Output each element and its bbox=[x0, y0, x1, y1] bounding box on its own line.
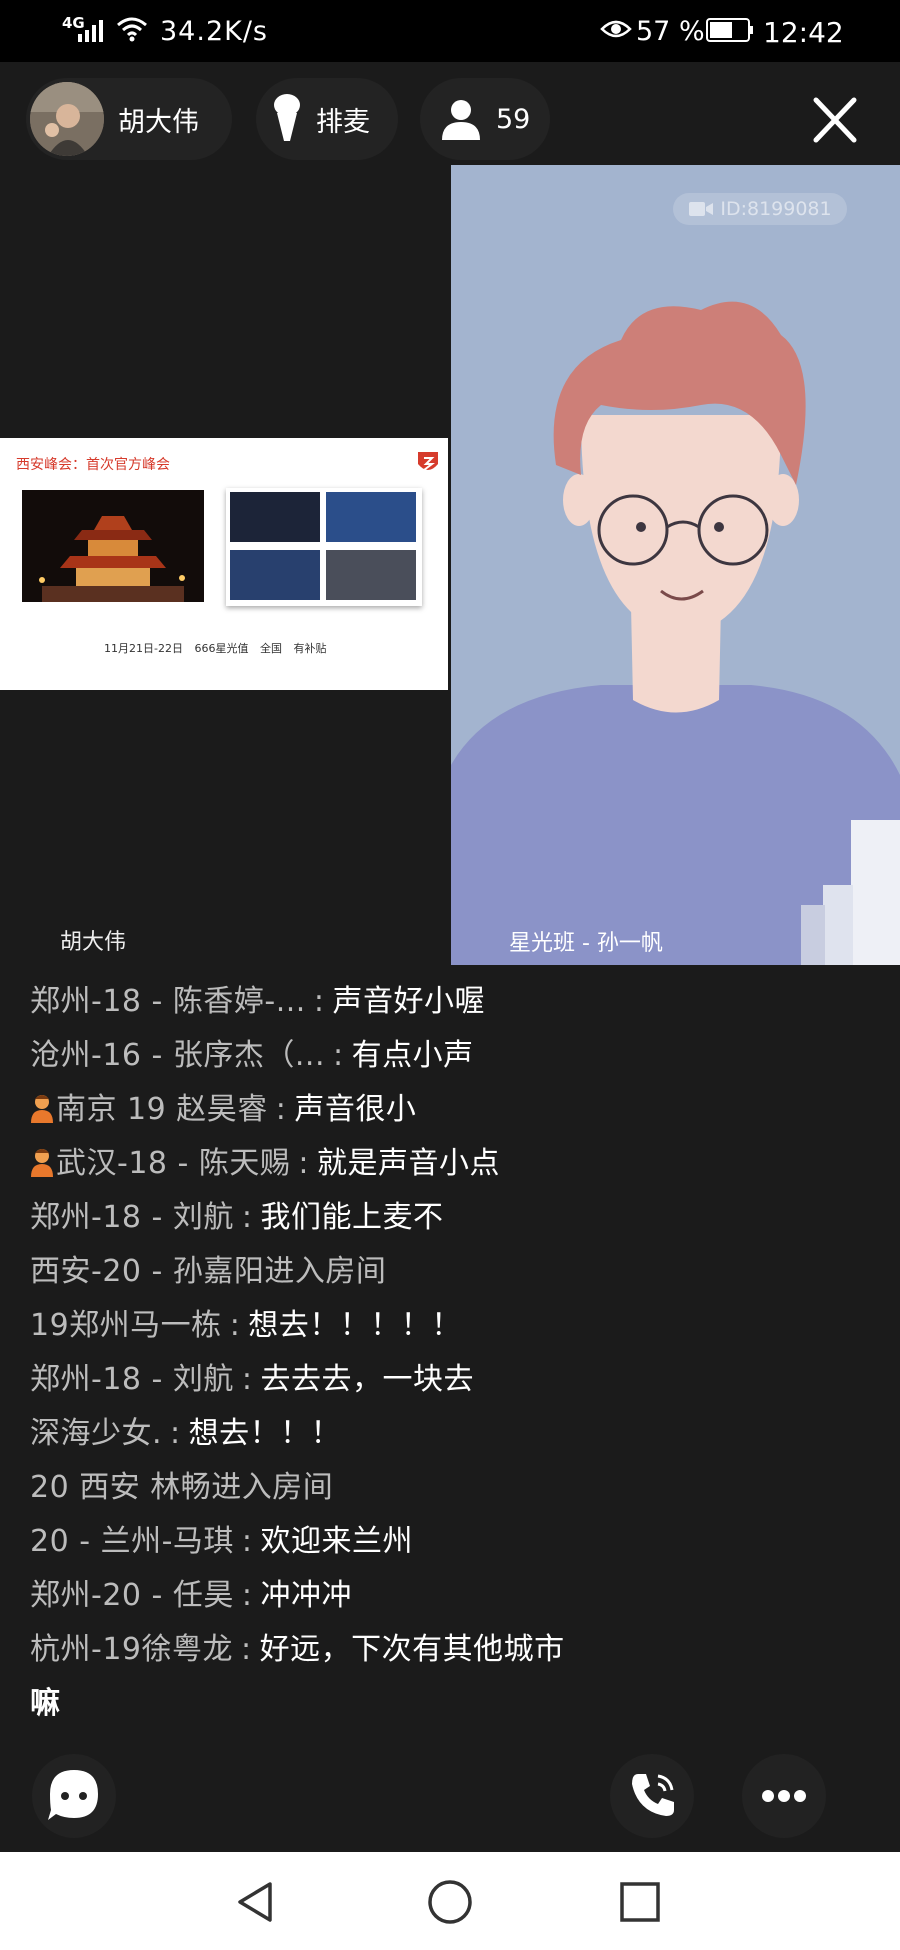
person-icon bbox=[442, 100, 480, 140]
chat-message: 郑州-20 - 任昊: 冲冲冲 bbox=[30, 1570, 352, 1614]
chat-username[interactable]: 郑州-20 - 任昊 bbox=[30, 1578, 234, 1613]
guest-id-badge: ID:8199081 bbox=[673, 193, 847, 225]
system-notice: 20 西安 林畅进入房间 bbox=[30, 1470, 334, 1505]
system-notice: 西安-20 - 孙嘉阳进入房间 bbox=[30, 1254, 387, 1289]
guest-avatar-illustration bbox=[451, 165, 900, 965]
chat-button[interactable] bbox=[32, 1754, 116, 1838]
host-profile[interactable]: 胡大伟 bbox=[26, 78, 232, 160]
close-icon[interactable] bbox=[800, 88, 870, 152]
network-speed: 34.2K/s bbox=[160, 16, 268, 47]
chat-username[interactable]: 武汉-18 - 陈天赐 bbox=[56, 1146, 290, 1181]
viewer-count-value: 59 bbox=[496, 103, 531, 135]
mic-queue-label: 排麦 bbox=[316, 106, 370, 138]
shared-slide: 西安峰会：首次官方峰会 11月21日-22日 666星光值 全国 有补贴 bbox=[0, 438, 448, 690]
mic-queue-button[interactable]: 排麦 bbox=[256, 78, 398, 160]
chat-username[interactable]: 深海少女. bbox=[30, 1416, 162, 1451]
chat-text: 去去去，一块去 bbox=[260, 1362, 475, 1397]
chat-text: 好远，下次有其他城市 bbox=[259, 1632, 565, 1667]
chat-message: 郑州-18 - 陈香婷-...: 声音好小喔 bbox=[30, 976, 485, 1020]
chat-separator: : bbox=[229, 1308, 241, 1343]
chat-text: 有点小声 bbox=[351, 1038, 474, 1073]
chat-text: 就是声音小点 bbox=[317, 1146, 501, 1181]
guest-id: ID:8199081 bbox=[720, 198, 832, 220]
user-badge-icon bbox=[31, 1095, 53, 1123]
chat-separator: : bbox=[241, 1632, 252, 1667]
chat-username[interactable]: 郑州-18 - 陈香婷-... bbox=[30, 984, 306, 1019]
brand-logo-icon bbox=[418, 452, 438, 471]
chat-separator: : bbox=[298, 1146, 310, 1181]
chat-text: 想去！！！！！ bbox=[248, 1308, 462, 1343]
chat-username[interactable]: 郑州-18 - 刘航 bbox=[30, 1200, 234, 1235]
chat-message: 20 - 兰州-马琪: 欢迎来兰州 bbox=[30, 1516, 413, 1560]
slide-footer: 11月21日-22日 666星光值 全国 有补贴 bbox=[104, 642, 327, 655]
chat-message: 武汉-18 - 陈天赐: 就是声音小点 bbox=[30, 1138, 500, 1182]
chat-username[interactable]: 郑州-18 - 刘航 bbox=[30, 1362, 234, 1397]
chat-separator: : bbox=[275, 1092, 287, 1127]
chat-message: 郑州-18 - 刘航: 去去去，一块去 bbox=[30, 1354, 474, 1398]
chat-separator: : bbox=[313, 984, 325, 1019]
status-bar: 4G 34.2K/s 57 % 12:42 bbox=[0, 0, 900, 62]
chat-text-continuation: 嘛 bbox=[30, 1686, 61, 1721]
avatar bbox=[30, 82, 104, 156]
chat-message: 19郑州马一栋: 想去！！！！！ bbox=[30, 1300, 462, 1344]
user-badge-icon bbox=[31, 1149, 53, 1177]
home-icon[interactable] bbox=[426, 1878, 474, 1926]
chat-text: 声音很小 bbox=[294, 1092, 417, 1127]
battery-percent: 57 % bbox=[636, 16, 705, 47]
slide-title: 西安峰会：首次官方峰会 bbox=[16, 457, 170, 473]
signal-icon bbox=[78, 20, 103, 42]
chat-separator: : bbox=[241, 1578, 253, 1613]
chat-separator: : bbox=[241, 1362, 253, 1397]
mic-icon bbox=[274, 94, 300, 141]
chat-message: 南京 19 赵昊睿: 声音很小 bbox=[30, 1084, 416, 1128]
chat-text: 我们能上麦不 bbox=[260, 1200, 444, 1235]
event-photos-grid bbox=[226, 488, 422, 606]
guest-video-label: 星光班 - 孙一帆 bbox=[509, 931, 663, 956]
chat-separator: : bbox=[170, 1416, 181, 1451]
chat-text: 欢迎来兰州 bbox=[260, 1524, 414, 1559]
chat-separator: : bbox=[241, 1200, 253, 1235]
system-nav-bar bbox=[0, 1852, 900, 1950]
phone-icon bbox=[632, 1774, 674, 1816]
chat-username[interactable]: 20 - 兰州-马琪 bbox=[30, 1524, 234, 1559]
host-video-label: 胡大伟 bbox=[60, 930, 127, 955]
chat-text: 声音好小喔 bbox=[332, 984, 485, 1019]
chat-username[interactable]: 南京 19 赵昊睿 bbox=[56, 1092, 268, 1127]
viewer-count[interactable]: 59 bbox=[420, 78, 550, 160]
chat-message: 西安-20 - 孙嘉阳进入房间 bbox=[30, 1246, 386, 1290]
more-icon bbox=[762, 1790, 806, 1802]
bell-tower-photo bbox=[22, 490, 204, 602]
guest-video[interactable]: ID:8199081 星光班 - 孙一帆 bbox=[451, 165, 900, 965]
chat-message: 杭州-19徐粤龙: 好远，下次有其他城市 bbox=[30, 1624, 565, 1668]
host-name: 胡大伟 bbox=[118, 106, 199, 138]
more-button[interactable] bbox=[742, 1754, 826, 1838]
battery-icon bbox=[706, 18, 753, 42]
chat-text: 冲冲冲 bbox=[260, 1578, 353, 1613]
chat-separator: : bbox=[333, 1038, 344, 1073]
chat-icon bbox=[48, 1770, 98, 1820]
chat-separator: : bbox=[241, 1524, 253, 1559]
call-button[interactable] bbox=[610, 1754, 694, 1838]
camera-icon bbox=[689, 202, 714, 216]
clock: 12:42 bbox=[763, 16, 844, 49]
chat-message: 深海少女.: 想去！！！ bbox=[30, 1408, 341, 1452]
chat-message: 郑州-18 - 刘航: 我们能上麦不 bbox=[30, 1192, 444, 1236]
chat-message: 沧州-16 - 张序杰（...: 有点小声 bbox=[30, 1030, 474, 1074]
chat-text: 想去！！！ bbox=[188, 1416, 342, 1451]
chat-message: 20 西安 林畅进入房间 bbox=[30, 1462, 333, 1506]
wifi-icon bbox=[117, 17, 147, 42]
back-icon[interactable] bbox=[234, 1880, 278, 1924]
recents-icon[interactable] bbox=[618, 1880, 662, 1924]
chat-username[interactable]: 19郑州马一栋 bbox=[30, 1308, 222, 1343]
chat-username[interactable]: 沧州-16 - 张序杰（... bbox=[30, 1038, 325, 1073]
eye-icon bbox=[600, 20, 632, 38]
chat-username[interactable]: 杭州-19徐粤龙 bbox=[30, 1632, 233, 1667]
